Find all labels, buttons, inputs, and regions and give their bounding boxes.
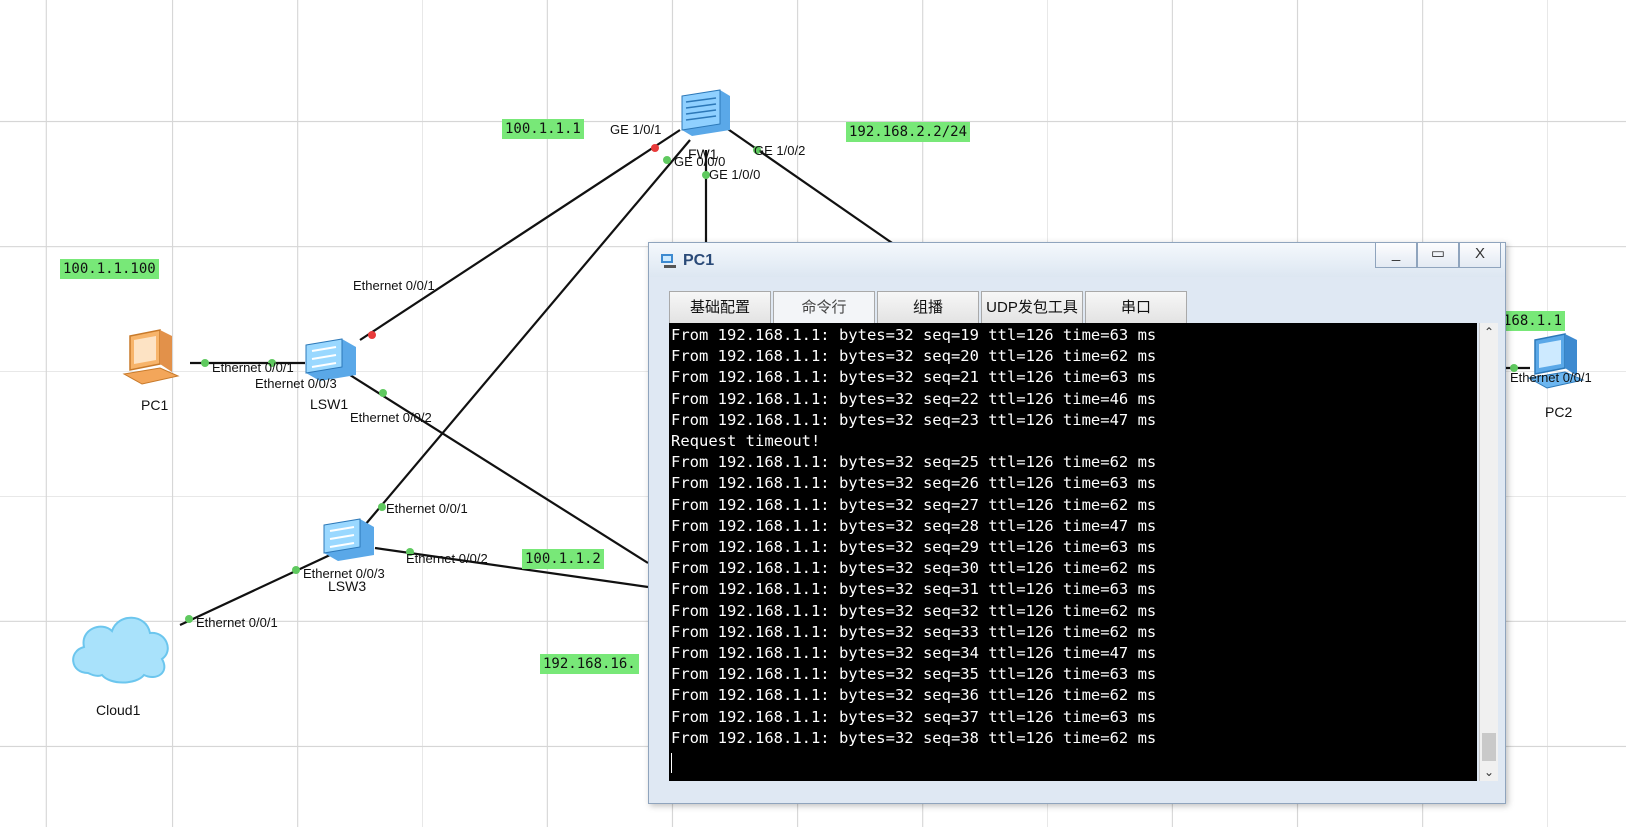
window-title: PC1 [683, 252, 715, 269]
port-label-lsw1-e001-up: Ethernet 0/0/1 [353, 278, 435, 293]
port-label-pc2-e001: Ethernet 0/0/1 [1510, 370, 1592, 385]
tab-serial[interactable]: 串口 [1085, 291, 1187, 325]
command-console[interactable]: From 192.168.1.1: bytes=32 seq=19 ttl=12… [669, 323, 1477, 781]
port-label-lsw1-pc1-side: Ethernet 0/0/1 [212, 360, 294, 375]
tab-command-line[interactable]: 命令行 [773, 291, 875, 325]
console-line: From 192.168.1.1: bytes=32 seq=19 ttl=12… [671, 326, 1157, 344]
port-label-lsw3-e003: Ethernet 0/0/3 [303, 566, 385, 581]
pc1-window[interactable]: PC1 _ ▭ X 基础配置 命令行 组播 UDP发包工具 串口 From 19… [648, 242, 1506, 804]
minimize-button[interactable]: _ [1375, 243, 1417, 268]
port-fw-ge101 [651, 144, 659, 152]
window-titlebar[interactable]: PC1 _ ▭ X [649, 243, 1505, 277]
port-label-fw-ge102: GE 1/0/2 [754, 143, 806, 158]
link-lsw1-right[interactable] [349, 374, 649, 564]
pc-window-icon [661, 254, 676, 268]
console-line: From 192.168.1.1: bytes=32 seq=36 ttl=12… [671, 686, 1157, 705]
firewall-icon[interactable] [674, 86, 734, 138]
port-fw-ge000 [663, 156, 671, 164]
console-line: From 192.168.1.1: bytes=32 seq=26 ttl=12… [671, 474, 1157, 493]
link-fw-lsw3[interactable] [364, 139, 691, 526]
scroll-up-icon[interactable]: ⌃ [1480, 323, 1498, 341]
console-line: From 192.168.1.1: bytes=32 seq=21 ttl=12… [671, 368, 1157, 387]
tab-multicast[interactable]: 组播 [877, 291, 979, 325]
port-label-fw-ge101: GE 1/0/1 [610, 122, 662, 137]
link-fw-lsw1[interactable] [359, 129, 681, 341]
console-line: From 192.168.1.1: bytes=32 seq=34 ttl=12… [671, 644, 1157, 663]
port-label-lsw3-e001: Ethernet 0/0/1 [386, 501, 468, 516]
port-label-cloud-e001: Ethernet 0/0/1 [196, 615, 278, 630]
pc-icon-pc1[interactable] [120, 328, 190, 390]
port-lsw1-e001 [368, 331, 376, 339]
port-label-fw-ge100: GE 1/0/0 [709, 167, 761, 182]
console-line: From 192.168.1.1: bytes=32 seq=28 ttl=12… [671, 516, 1157, 535]
tab-udp-tool[interactable]: UDP发包工具 [981, 291, 1083, 325]
scroll-down-icon[interactable]: ⌄ [1480, 763, 1498, 781]
console-line: From 192.168.1.1: bytes=32 seq=29 ttl=12… [671, 538, 1157, 557]
device-name-lsw1: LSW1 [310, 396, 349, 412]
device-name-cloud1: Cloud1 [96, 702, 141, 718]
console-line: From 192.168.1.1: bytes=32 seq=32 ttl=12… [671, 601, 1157, 620]
port-label-lsw1-e003: Ethernet 0/0/3 [255, 376, 337, 391]
scroll-thumb[interactable] [1482, 733, 1496, 761]
port-lsw1-e002 [379, 389, 387, 397]
ip-label-fw-ge101[interactable]: 100.1.1.1 [502, 119, 584, 139]
port-label-lsw1-e002: Ethernet 0/0/2 [350, 410, 432, 425]
console-caret [671, 753, 672, 773]
close-button[interactable]: X [1459, 243, 1501, 268]
ip-label-bottom[interactable]: 192.168.16. [540, 654, 639, 674]
console-line: From 192.168.1.1: bytes=32 seq=23 ttl=12… [671, 410, 1157, 429]
switch-icon-lsw3[interactable] [320, 515, 380, 565]
port-label-lsw3-e002: Ethernet 0/0/2 [406, 551, 488, 566]
console-line: From 192.168.1.1: bytes=32 seq=25 ttl=12… [671, 453, 1157, 472]
ip-label-pc2[interactable]: 168.1.1 [1500, 311, 1566, 331]
port-pc1 [201, 359, 209, 367]
device-name-pc2: PC2 [1545, 404, 1573, 420]
device-name-pc1: PC1 [141, 397, 169, 413]
console-line: From 192.168.1.1: bytes=32 seq=22 ttl=12… [671, 389, 1157, 408]
maximize-button[interactable]: ▭ [1417, 243, 1459, 268]
console-line: From 192.168.1.1: bytes=32 seq=35 ttl=12… [671, 665, 1157, 684]
console-line: From 192.168.1.1: bytes=32 seq=37 ttl=12… [671, 707, 1157, 726]
port-lsw3-e001 [378, 503, 386, 511]
console-line: From 192.168.1.1: bytes=32 seq=33 ttl=12… [671, 622, 1157, 641]
console-output: From 192.168.1.1: bytes=32 seq=19 ttl=12… [671, 325, 1156, 749]
ip-label-fw-ge102[interactable]: 192.168.2.2/24 [846, 122, 971, 142]
console-line: From 192.168.1.1: bytes=32 seq=20 ttl=12… [671, 347, 1157, 366]
ip-label-pc1[interactable]: 100.1.1.100 [60, 259, 159, 279]
console-line: From 192.168.1.1: bytes=32 seq=27 ttl=12… [671, 495, 1157, 514]
console-scrollbar[interactable]: ⌃ ⌄ [1479, 323, 1498, 781]
console-line: From 192.168.1.1: bytes=32 seq=31 ttl=12… [671, 580, 1157, 599]
console-line: Request timeout! [671, 432, 821, 451]
port-cloud [185, 615, 193, 623]
console-line: From 192.168.1.1: bytes=32 seq=30 ttl=12… [671, 559, 1157, 578]
cloud-icon[interactable] [66, 603, 176, 685]
link-fw-right[interactable] [721, 124, 896, 246]
ip-label-lsw3[interactable]: 100.1.1.2 [522, 549, 604, 569]
console-line: From 192.168.1.1: bytes=32 seq=38 ttl=12… [671, 728, 1157, 747]
tab-basic-config[interactable]: 基础配置 [669, 291, 771, 325]
port-lsw3-e003 [292, 566, 300, 574]
